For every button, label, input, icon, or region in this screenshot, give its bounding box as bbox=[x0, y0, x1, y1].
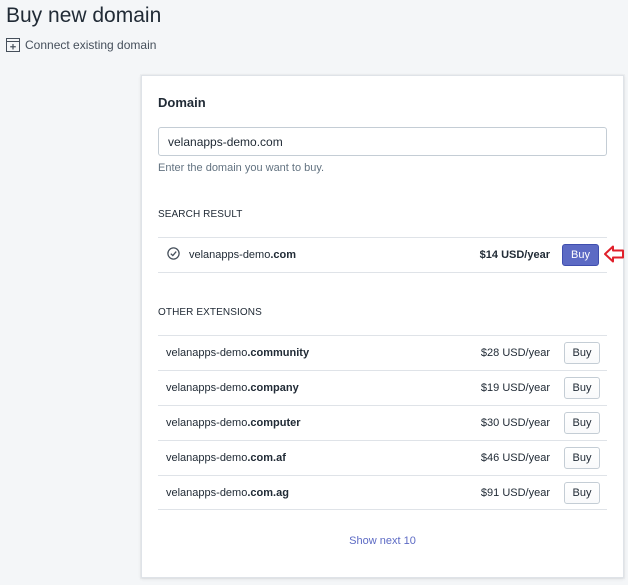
extension-row: velanapps-demo.com.ag $91 USD/year Buy bbox=[158, 475, 607, 510]
search-result-list: velanapps-demo.com $14 USD/year Buy bbox=[158, 237, 607, 273]
extension-row: velanapps-demo.company $19 USD/year Buy bbox=[158, 370, 607, 405]
extension-price: $28 USD/year bbox=[480, 347, 550, 359]
other-extensions-heading: OTHER EXTENSIONS bbox=[158, 307, 262, 318]
show-next-link[interactable]: Show next 10 bbox=[142, 535, 623, 547]
search-result-buy-button[interactable]: Buy bbox=[562, 244, 599, 266]
extension-domain: velanapps-demo.com.ag bbox=[166, 486, 289, 499]
connect-existing-domain-label: Connect existing domain bbox=[25, 38, 157, 52]
extension-domain: velanapps-demo.community bbox=[166, 347, 310, 359]
other-extensions-list: velanapps-demo.community $28 USD/year Bu… bbox=[158, 335, 607, 510]
extension-row: velanapps-demo.community $28 USD/year Bu… bbox=[158, 335, 607, 370]
extension-domain: velanapps-demo.computer bbox=[166, 417, 301, 429]
extension-price: $46 USD/year bbox=[480, 452, 550, 464]
annotation-arrow-icon bbox=[603, 244, 625, 269]
domain-card: Domain Enter the domain you want to buy.… bbox=[141, 75, 624, 578]
extension-price: $91 USD/year bbox=[480, 486, 550, 499]
extension-buy-button[interactable]: Buy bbox=[564, 447, 600, 469]
search-result-domain: velanapps-demo.com bbox=[189, 249, 297, 261]
extension-price: $30 USD/year bbox=[480, 417, 550, 429]
check-circle-icon bbox=[167, 247, 180, 263]
search-result-price: $14 USD/year bbox=[479, 249, 550, 261]
domain-help-text: Enter the domain you want to buy. bbox=[158, 162, 325, 174]
extension-domain: velanapps-demo.company bbox=[166, 382, 299, 394]
card-title: Domain bbox=[158, 95, 206, 110]
search-result-heading: SEARCH RESULT bbox=[158, 209, 243, 220]
extension-buy-button[interactable]: Buy bbox=[564, 412, 600, 434]
connect-existing-domain-link[interactable]: Connect existing domain bbox=[6, 38, 156, 52]
extension-buy-button[interactable]: Buy bbox=[564, 481, 600, 504]
add-window-icon bbox=[6, 38, 20, 52]
extension-price: $19 USD/year bbox=[480, 382, 550, 394]
page-title: Buy new domain bbox=[6, 4, 162, 27]
extension-buy-button[interactable]: Buy bbox=[564, 342, 600, 364]
domain-search-input[interactable] bbox=[158, 127, 607, 156]
extension-row: velanapps-demo.computer $30 USD/year Buy bbox=[158, 405, 607, 440]
extension-row: velanapps-demo.com.af $46 USD/year Buy bbox=[158, 440, 607, 475]
search-result-row: velanapps-demo.com $14 USD/year Buy bbox=[158, 237, 607, 273]
extension-domain: velanapps-demo.com.af bbox=[166, 452, 286, 464]
extension-buy-button[interactable]: Buy bbox=[564, 377, 600, 399]
